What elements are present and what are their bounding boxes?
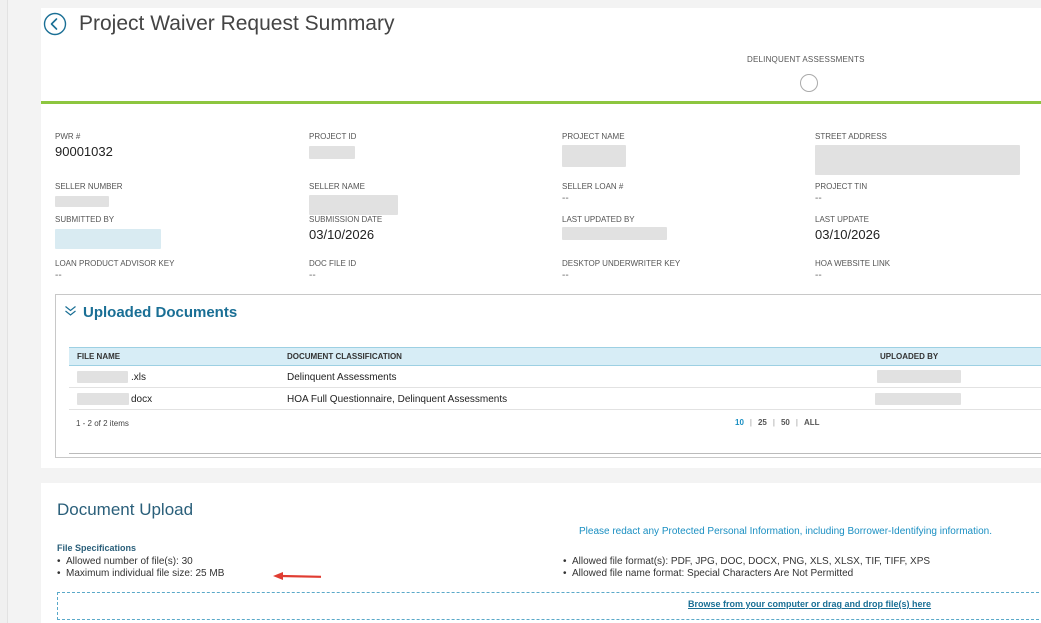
delinquent-assessments-indicator[interactable] — [800, 74, 818, 92]
spec-file-formats: Allowed file format(s): PDF, JPG, DOC, D… — [563, 556, 930, 568]
browse-files-link[interactable]: Browse from your computer or drag and dr… — [688, 599, 931, 609]
page-size-all[interactable]: ALL — [804, 418, 820, 427]
field-seller-loan: SELLER LOAN # -- — [562, 182, 624, 204]
redacted-value — [562, 145, 626, 167]
table-pager: 1 - 2 of 2 items 10 | 25 | 50 | ALL — [69, 410, 1041, 436]
redacted-value — [55, 196, 109, 207]
table-row: docx HOA Full Questionnaire, Delinquent … — [69, 388, 1041, 410]
field-project-id: PROJECT ID — [309, 132, 356, 159]
redacted-value — [55, 229, 161, 249]
field-last-updated-by: LAST UPDATED BY — [562, 215, 667, 240]
redacted-value — [309, 195, 398, 215]
document-classification: HOA Full Questionnaire, Delinquent Asses… — [287, 394, 508, 405]
field-hoa-link: HOA WEBSITE LINK -- — [815, 259, 891, 281]
page-container: Project Waiver Request Summary DELINQUEN… — [7, 0, 1041, 623]
redacted-file-name — [77, 393, 129, 405]
spec-file-name-format: Allowed file name format: Special Charac… — [563, 568, 930, 580]
field-street-address: STREET ADDRESS — [815, 132, 1020, 175]
uploaded-documents-panel: Uploaded Documents FILE NAME DOCUMENT CL… — [55, 294, 1041, 458]
file-spec-list-right: Allowed file format(s): PDF, JPG, DOC, D… — [563, 556, 930, 580]
file-name-link[interactable]: docx — [131, 394, 152, 405]
document-upload-card: Document Upload Please redact any Protec… — [41, 483, 1041, 623]
pager-count: 1 - 2 of 2 items — [76, 419, 129, 428]
document-upload-title: Document Upload — [57, 500, 194, 519]
field-doc-file-id: DOC FILE ID -- — [309, 259, 357, 281]
field-lpa-key: LOAN PRODUCT ADVISOR KEY -- — [55, 259, 175, 281]
annotation-arrow-icon — [273, 572, 322, 580]
document-classification: Delinquent Assessments — [287, 372, 397, 383]
summary-header: Project Waiver Request Summary DELINQUEN… — [41, 8, 1041, 104]
field-submission-date: SUBMISSION DATE 03/10/2026 — [309, 215, 383, 242]
pwr-value: 90001032 — [55, 144, 113, 159]
file-name-link[interactable]: .xls — [131, 372, 146, 383]
column-header-uploaded-by[interactable]: UPLOADED BY — [880, 352, 938, 361]
redact-notice: Please redact any Protected Personal Inf… — [579, 526, 992, 537]
collapse-chevron-icon — [64, 305, 77, 320]
file-dropzone[interactable]: Browse from your computer or drag and dr… — [57, 592, 1041, 620]
redacted-value — [815, 145, 1020, 175]
redacted-value — [309, 146, 355, 159]
field-seller-name: SELLER NAME — [309, 182, 398, 215]
field-project-tin: PROJECT TIN -- — [815, 182, 868, 204]
file-specifications-heading: File Specifications — [57, 543, 137, 553]
spec-max-file-size: Maximum individual file size: 25 MB — [57, 568, 224, 580]
field-du-key: DESKTOP UNDERWRITER KEY -- — [562, 259, 681, 281]
field-seller-number: SELLER NUMBER — [55, 182, 123, 207]
table-row: .xls Delinquent Assessments — [69, 366, 1041, 388]
column-header-file-name[interactable]: FILE NAME — [77, 352, 120, 361]
redacted-value — [562, 227, 667, 240]
spec-max-files: Allowed number of file(s): 30 — [57, 556, 224, 568]
table-header: FILE NAME DOCUMENT CLASSIFICATION UPLOAD… — [69, 347, 1041, 366]
column-header-classification[interactable]: DOCUMENT CLASSIFICATION — [287, 352, 402, 361]
back-arrow-icon[interactable] — [43, 12, 67, 36]
redacted-file-name — [77, 371, 128, 383]
field-project-name: PROJECT NAME — [562, 132, 626, 167]
page-size-25[interactable]: 25 — [758, 418, 767, 427]
uploaded-documents-table: FILE NAME DOCUMENT CLASSIFICATION UPLOAD… — [69, 347, 1041, 436]
page-size-10[interactable]: 10 — [735, 418, 744, 427]
uploaded-documents-title: Uploaded Documents — [83, 304, 238, 321]
field-submitted-by: SUBMITTED BY — [55, 215, 161, 249]
redacted-uploaded-by — [875, 393, 961, 405]
uploaded-documents-toggle[interactable]: Uploaded Documents — [64, 304, 237, 321]
redacted-uploaded-by — [877, 370, 961, 383]
delinquent-assessments-label: DELINQUENT ASSESSMENTS — [747, 55, 865, 64]
file-spec-list-left: Allowed number of file(s): 30 Maximum in… — [57, 556, 224, 580]
summary-card: Project Waiver Request Summary DELINQUEN… — [41, 8, 1041, 468]
divider — [69, 453, 1041, 454]
page-size-50[interactable]: 50 — [781, 418, 790, 427]
page-size-selector: 10 | 25 | 50 | ALL — [735, 418, 820, 427]
page-title: Project Waiver Request Summary — [79, 12, 395, 35]
field-last-update: LAST UPDATE 03/10/2026 — [815, 215, 881, 242]
field-pwr: PWR # 90001032 — [55, 132, 113, 159]
